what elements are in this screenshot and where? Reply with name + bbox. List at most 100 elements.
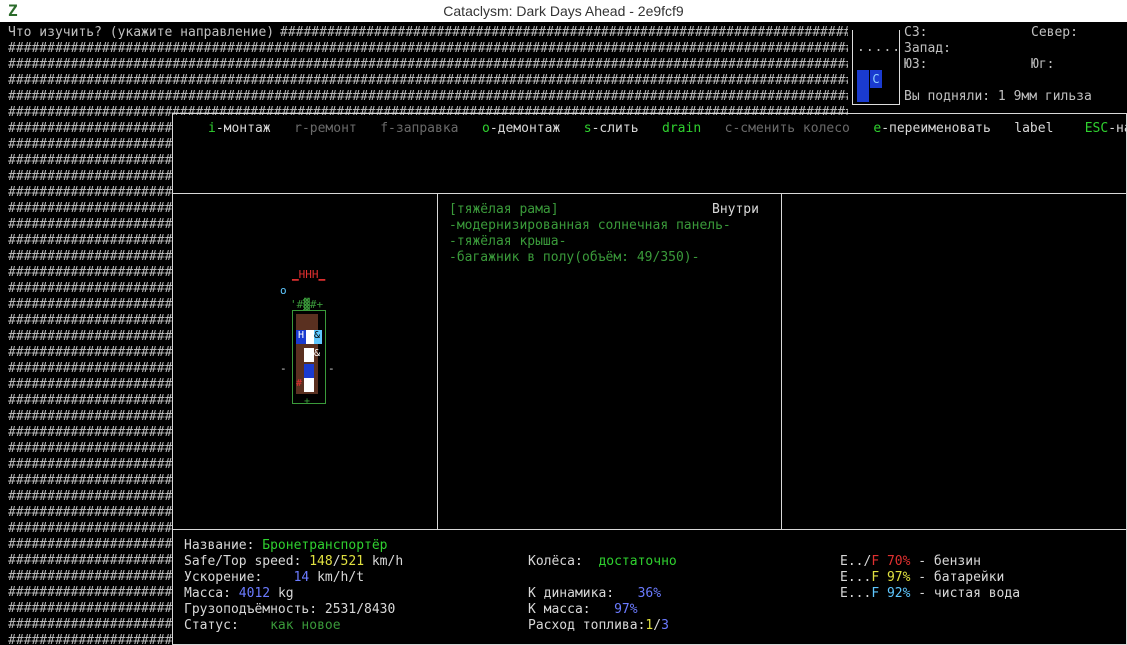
vehicle-cell <box>306 330 314 344</box>
fuel-gauge-f: F <box>871 554 880 569</box>
fuel-name: - чистая вода <box>918 586 1021 601</box>
stat-speed-unit: km/h <box>371 554 404 569</box>
vehicle-headlight: o <box>280 284 287 297</box>
vehicle-cell: # <box>296 378 303 389</box>
parts-item[interactable]: [тяжёлая рама] <box>449 202 559 218</box>
menu-repair-key: r <box>294 121 302 136</box>
fuel-gauge-f: F <box>871 586 880 601</box>
description-panel <box>781 193 1127 530</box>
vehicle-cell: H <box>296 330 306 344</box>
stat-name-value: Бронетранспортёр <box>262 538 388 553</box>
parts-item[interactable]: -тяжёлая крыша- <box>449 234 566 250</box>
stat-name-label: Название: <box>184 538 255 553</box>
menu-repair-label: -ремонт <box>301 121 357 136</box>
fuel-gauge-pre: E... <box>840 570 872 585</box>
menu-repair[interactable]: r-ремонт <box>294 121 357 136</box>
menu-siphon-key: s <box>583 121 592 136</box>
stat-name: Название: Бронетранспортёр <box>184 538 388 554</box>
minimap-player-tile: C <box>870 70 882 88</box>
vehicle-side-right: - <box>328 362 335 375</box>
fuel-name: - батарейки <box>918 570 1005 585</box>
vehicle-lights: ▁HHH▁ <box>292 268 326 281</box>
map-fog-left: ##################### ###################… <box>8 105 172 645</box>
vehicle-rear: + <box>304 396 311 407</box>
action-menu: i-монтаж r-ремонт f-заправка o-демонтаж … <box>208 121 1127 136</box>
stat-speed-safe: 148 <box>309 554 333 569</box>
map-fog-upper: ########################################… <box>8 41 848 104</box>
compass-n: Север: <box>1031 25 1078 40</box>
vehicle-cell <box>304 348 314 362</box>
stat-fuel-usage-sep: / <box>653 618 662 633</box>
vehicle-side-left: - <box>280 362 287 375</box>
stat-speed: Safe/Top speed: 148/521 km/h <box>184 554 403 570</box>
menu-remove[interactable]: o-демонтаж <box>482 121 560 136</box>
fuel-gauge-gasoline: E../F 70% - бензин <box>840 554 981 570</box>
menu-rename[interactable]: e-переименовать <box>873 121 990 136</box>
stat-cargo-value: 2531/8430 <box>324 602 396 617</box>
menu-back-label: -назад <box>1108 121 1127 136</box>
vehicle-map: ▁HHH▁ o '#▓#+ H & & # - - + <box>280 268 340 408</box>
menu-label[interactable]: label <box>1014 121 1053 136</box>
menu-remove-key: o <box>481 121 490 136</box>
menu-siphon-label: -слить <box>591 121 639 136</box>
stat-mass-unit: kg <box>277 586 294 601</box>
stat-accel-value: 14 <box>293 570 310 585</box>
menu-back[interactable]: ESC-назад <box>1085 121 1127 136</box>
stat-status-value: как новое <box>270 618 341 633</box>
compass-sw: ЮЗ: <box>904 57 928 72</box>
vehicle-cell <box>304 364 314 378</box>
menu-refill[interactable]: f-заправка <box>380 121 458 136</box>
examine-prompt: Что изучить? (укажите направление) <box>8 25 275 40</box>
stat-mass: Масса: 4012 kg <box>184 586 294 602</box>
stat-accel-label: Ускорение: <box>184 570 263 585</box>
menu-install[interactable]: i-монтаж <box>208 121 271 136</box>
stat-status: Статус: как новое <box>184 618 341 634</box>
stat-kmass-label: К масса: <box>528 602 591 617</box>
minimap: ..... C <box>852 30 900 105</box>
stat-kmass-value: 97% <box>614 602 638 617</box>
vehicle-cell: & <box>314 330 322 344</box>
stat-mass-value: 4012 <box>238 586 271 601</box>
parts-location: Внутри <box>712 202 759 217</box>
stat-wheels: Колёса: достаточно <box>528 554 677 570</box>
fuel-percent: 97% <box>886 570 911 585</box>
fuel-percent: 70% <box>886 554 911 569</box>
window-titlebar: Z Cataclysm: Dark Days Ahead - 2e9fcf9 <box>0 0 1127 22</box>
stat-accel-unit: km/h/t <box>317 570 365 585</box>
menu-drain[interactable]: drain <box>662 121 701 136</box>
menu-change-tire[interactable]: c-сменить колесо <box>725 121 850 136</box>
stat-status-label: Статус: <box>184 618 239 633</box>
fuel-percent: 92% <box>886 586 911 601</box>
vehicle-cell: & <box>314 348 321 359</box>
stat-fuel-usage-label: Расход топлива: <box>528 618 646 633</box>
fuel-gauge-pre: E... <box>840 586 872 601</box>
menu-install-label: -монтаж <box>215 121 271 136</box>
menu-rename-label: -переименовать <box>881 121 991 136</box>
menu-refill-key: f <box>380 121 389 136</box>
window-title: Cataclysm: Dark Days Ahead - 2e9fcf9 <box>443 3 684 19</box>
menu-refill-label: -заправка <box>388 121 459 136</box>
menu-install-key: i <box>208 121 216 136</box>
fuel-gauge-f: F <box>871 570 880 585</box>
parts-item[interactable]: -багажник в полу(объём: 49/350)- <box>449 250 699 266</box>
stat-wheels-label: Колёса: <box>528 554 583 569</box>
compass-s: Юг: <box>1031 57 1055 72</box>
compass-w: Запад: <box>904 41 951 56</box>
stat-kdyn-label: К динамика: <box>528 586 615 601</box>
stat-wheels-value: достаточно <box>598 554 677 569</box>
minimap-tile <box>857 70 869 102</box>
stat-cargo: Грузоподъёмность: 2531/8430 <box>184 602 395 618</box>
menu-remove-label: -демонтаж <box>489 121 561 136</box>
menu-siphon[interactable]: s-слить <box>584 121 639 136</box>
stat-kdyn: К динамика: 36% <box>528 586 661 602</box>
stat-mass-label: Масса: <box>184 586 231 601</box>
stat-fuel-usage: Расход топлива:1/3 <box>528 618 669 634</box>
compass-nw: СЗ: <box>904 25 928 40</box>
fuel-gauge-pre: E../ <box>840 554 872 569</box>
stat-speed-sep: / <box>332 554 341 569</box>
parts-item[interactable]: -модернизированная солнечная панель- <box>449 218 731 234</box>
menu-label-key: label <box>1014 121 1054 136</box>
stat-speed-top: 521 <box>340 554 365 569</box>
stat-speed-label: Safe/Top speed: <box>184 554 302 569</box>
message-log: Вы подняли: 1 9мм гильза <box>904 89 1092 104</box>
